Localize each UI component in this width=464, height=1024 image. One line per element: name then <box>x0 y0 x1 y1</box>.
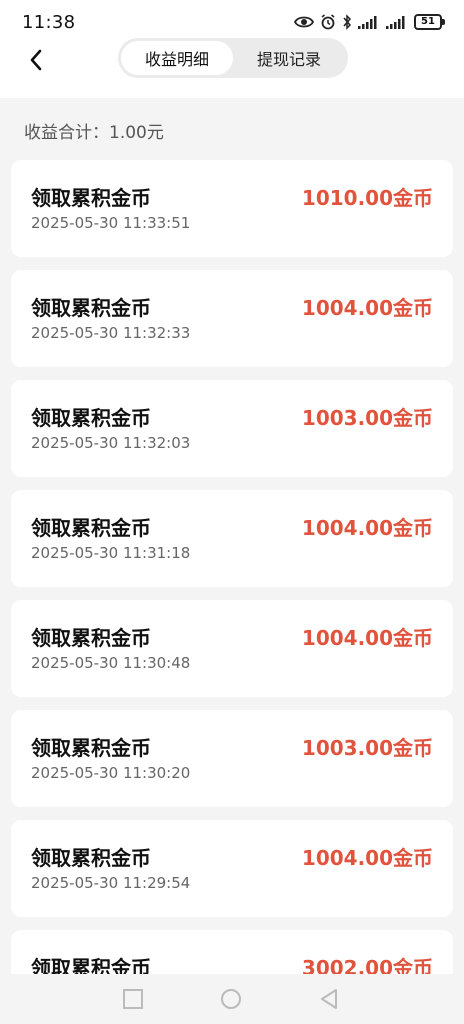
circle-icon[interactable] <box>220 988 242 1010</box>
record-title: 领取累积金币 <box>31 406 151 430</box>
alarm-icon <box>321 14 335 30</box>
status-icons: 51 <box>294 14 445 30</box>
header: 收益明细 提现记录 <box>0 34 464 98</box>
record-time: 2025-05-30 11:33:51 <box>31 214 191 232</box>
record-time: 2025-05-30 11:30:48 <box>31 654 191 672</box>
record-title: 领取累积金币 <box>31 296 151 320</box>
record-amount: 1003.00金币 <box>301 736 433 760</box>
record-title: 领取累积金币 <box>31 626 151 650</box>
record-amount: 1003.00金币 <box>301 406 433 430</box>
record-title: 领取累积金币 <box>31 186 151 210</box>
record-amount: 1004.00金币 <box>301 846 433 870</box>
back-button[interactable] <box>20 44 52 76</box>
record-time: 2025-05-30 11:30:20 <box>31 764 191 782</box>
record-title: 领取累积金币 <box>31 516 151 540</box>
record-title: 领取累积金币 <box>31 846 151 870</box>
triangle-back-icon[interactable] <box>318 988 340 1010</box>
tab-switch: 收益明细 提现记录 <box>118 38 348 78</box>
list-item[interactable]: 领取累积金币 2025-05-30 11:30:20 1003.00金币 <box>11 710 453 807</box>
record-title: 领取累积金币 <box>31 736 151 760</box>
list-item[interactable]: 领取累积金币 2025-05-30 11:31:18 1004.00金币 <box>11 490 453 587</box>
records-list: 领取累积金币 2025-05-30 11:33:51 1010.00金币 领取累… <box>11 160 453 1024</box>
record-time: 2025-05-30 11:32:33 <box>31 324 191 342</box>
battery-level: 51 <box>421 16 435 27</box>
battery-icon: 51 <box>414 14 445 30</box>
record-time: 2025-05-30 11:32:03 <box>31 434 191 452</box>
record-time: 2025-05-30 11:31:18 <box>31 544 191 562</box>
square-icon[interactable] <box>122 988 144 1010</box>
chevron-left-icon <box>30 49 42 71</box>
record-amount: 1004.00金币 <box>301 516 433 540</box>
list-item[interactable]: 领取累积金币 2025-05-30 11:33:51 1010.00金币 <box>11 160 453 257</box>
earnings-summary: 收益合计：1.00元 <box>24 123 164 143</box>
list-item[interactable]: 领取累积金币 2025-05-30 11:32:03 1003.00金币 <box>11 380 453 477</box>
list-item[interactable]: 领取累积金币 2025-05-30 11:29:54 1004.00金币 <box>11 820 453 917</box>
eye-icon <box>294 16 314 28</box>
list-item[interactable]: 领取累积金币 2025-05-30 11:30:48 1004.00金币 <box>11 600 453 697</box>
signal-icon <box>358 16 377 29</box>
bluetooth-icon <box>343 14 352 30</box>
tab-earnings-detail[interactable]: 收益明细 <box>121 41 233 75</box>
status-time: 11:38 <box>22 11 76 33</box>
record-time: 2025-05-30 11:29:54 <box>31 874 191 892</box>
system-nav-bar <box>0 974 464 1024</box>
signal-icon <box>386 16 405 29</box>
record-amount: 1004.00金币 <box>301 626 433 650</box>
record-amount: 1010.00金币 <box>301 186 433 210</box>
record-amount: 1004.00金币 <box>301 296 433 320</box>
tab-withdraw-records[interactable]: 提现记录 <box>233 41 345 75</box>
list-item[interactable]: 领取累积金币 2025-05-30 11:32:33 1004.00金币 <box>11 270 453 367</box>
